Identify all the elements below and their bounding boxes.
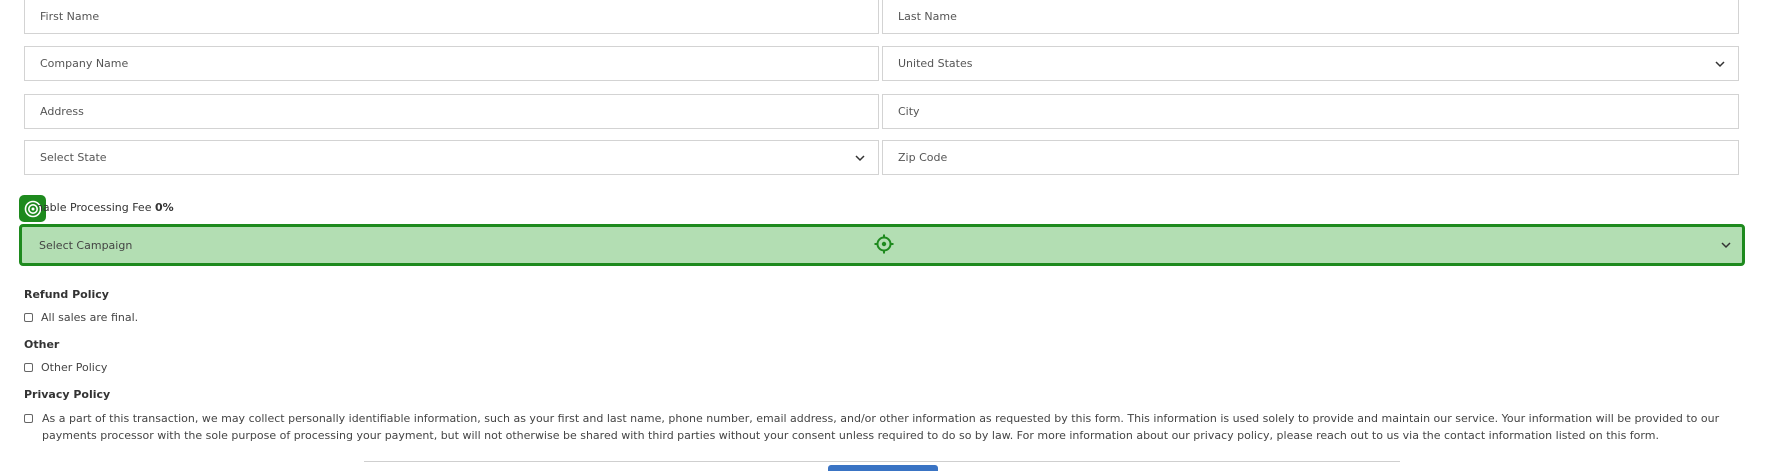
city-placeholder: City — [898, 105, 920, 118]
country-select[interactable]: United States — [882, 46, 1739, 81]
crosshair-icon — [874, 234, 894, 254]
campaign-value: Select Campaign — [39, 238, 133, 252]
processing-fee-text: Enable Processing Fee — [29, 201, 152, 214]
chevron-down-icon — [855, 154, 865, 161]
last-name-placeholder: Last Name — [898, 10, 957, 23]
refund-policy-text: All sales are final. — [41, 311, 139, 324]
first-name-placeholder: First Name — [40, 10, 100, 23]
address-field[interactable]: Address — [24, 94, 879, 129]
state-value: Select State — [40, 151, 107, 164]
divider — [364, 461, 1400, 462]
state-select[interactable]: Select State — [24, 140, 879, 175]
country-value: United States — [898, 57, 973, 70]
other-policy-title: Other — [24, 338, 60, 351]
privacy-policy-checkbox[interactable] — [24, 414, 33, 423]
chevron-down-icon — [1715, 60, 1725, 67]
refund-policy-checkbox[interactable] — [24, 313, 33, 322]
last-name-field[interactable]: Last Name — [882, 0, 1739, 34]
first-name-field[interactable]: First Name — [24, 0, 879, 34]
privacy-policy-text: As a part of this transaction, we may co… — [42, 412, 1720, 442]
company-name-field[interactable]: Company Name — [24, 46, 879, 81]
other-policy-checkbox[interactable] — [24, 363, 33, 372]
processing-fee-value: 0% — [154, 201, 174, 214]
other-policy-text: Other Policy — [41, 361, 108, 374]
processing-fee-label: Enable Processing Fee 0% — [38, 200, 174, 216]
refund-policy-row: All sales are final. — [24, 311, 138, 324]
city-field[interactable]: City — [882, 94, 1739, 129]
privacy-policy-title: Privacy Policy — [24, 388, 111, 401]
chevron-down-icon — [1721, 242, 1731, 249]
zip-code-placeholder: Zip Code — [898, 151, 948, 164]
refund-policy-title: Refund Policy — [24, 288, 109, 301]
address-placeholder: Address — [40, 105, 84, 118]
submit-button[interactable] — [828, 465, 938, 471]
zip-code-field[interactable]: Zip Code — [882, 140, 1739, 175]
other-policy-row: Other Policy — [24, 361, 107, 374]
company-name-placeholder: Company Name — [40, 57, 129, 70]
